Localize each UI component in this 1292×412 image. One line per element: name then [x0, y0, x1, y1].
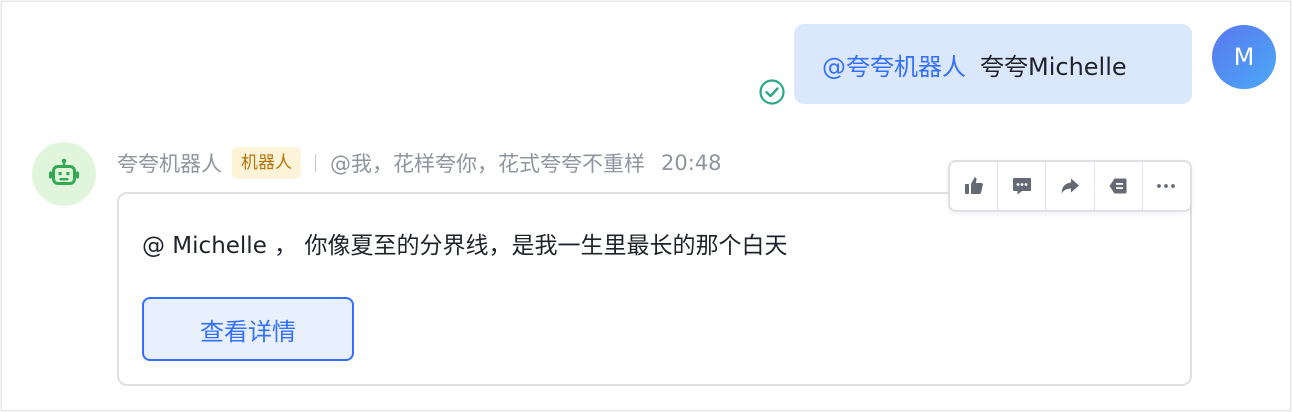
header-divider: [315, 154, 316, 172]
bot-message-header: 夸夸机器人 机器人 @我，花样夸你，花式夸夸不重样 20:48: [117, 144, 722, 182]
pin-icon: [1109, 178, 1127, 194]
message-timestamp: 20:48: [661, 151, 722, 175]
view-details-button[interactable]: 查看详情: [142, 297, 354, 361]
more-actions-button[interactable]: [1143, 162, 1190, 210]
outgoing-message-text: 夸夸Michelle: [980, 52, 1127, 81]
more-icon: [1157, 184, 1176, 188]
bot-avatar[interactable]: [32, 142, 96, 206]
outgoing-message-bubble[interactable]: @夸夸机器人 夸夸Michelle: [794, 24, 1192, 104]
card-message-text: @ Michelle ， 你像夏至的分界线，是我一生里最长的那个白天: [142, 233, 788, 259]
robot-icon: [49, 158, 79, 185]
thumbs-up-icon: [964, 177, 983, 194]
avatar-letter: M: [1233, 43, 1255, 71]
bot-badge: 机器人: [232, 147, 301, 179]
user-avatar[interactable]: M: [1212, 25, 1276, 89]
reply-button[interactable]: [998, 162, 1047, 210]
bot-name[interactable]: 夸夸机器人: [117, 148, 222, 178]
forward-button[interactable]: [1046, 162, 1095, 210]
mention-link[interactable]: @夸夸机器人: [822, 47, 966, 82]
forward-icon: [1061, 178, 1079, 194]
like-button[interactable]: [950, 162, 999, 210]
bot-description: @我，花样夸你，花式夸夸不重样: [330, 152, 645, 176]
pin-button[interactable]: [1095, 162, 1143, 210]
message-action-toolbar: [948, 160, 1192, 212]
read-check-icon: [759, 79, 785, 105]
reply-icon: [1012, 178, 1031, 195]
